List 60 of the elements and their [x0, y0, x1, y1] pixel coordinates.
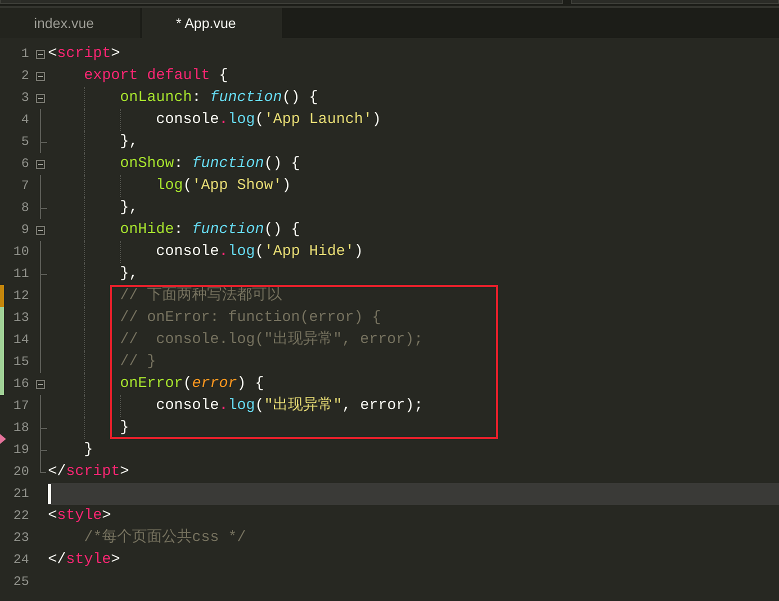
code-line: }, — [120, 132, 138, 152]
code-line: </script> — [48, 462, 130, 482]
code-line: onHide: function() { — [120, 220, 300, 240]
text-cursor-icon — [48, 484, 51, 504]
triangle-marker-icon — [0, 434, 6, 444]
line-number: 10 — [13, 243, 29, 261]
fold-toggle-icon[interactable] — [36, 50, 45, 58]
code-line: console.log('App Hide') — [156, 242, 364, 262]
code-line: } — [120, 418, 130, 438]
line-number: 8 — [21, 199, 29, 217]
line-number: 5 — [21, 133, 29, 151]
line-number: 2 — [21, 67, 29, 85]
code-line: onError(error) { — [120, 374, 264, 394]
line-number: 19 — [13, 441, 29, 459]
line-number: 22 — [13, 507, 29, 525]
fold-toggle-icon[interactable] — [36, 380, 45, 388]
code-line: <script> — [48, 44, 120, 64]
code-line: console.log("出现异常", error); — [156, 396, 424, 416]
code-line: // onError: function(error) { — [120, 308, 382, 328]
code-line: <style> — [48, 506, 112, 526]
code-line: // } — [120, 352, 156, 372]
line-number: 1 — [21, 45, 29, 63]
code-line: </style> — [48, 550, 120, 570]
fold-toggle-icon[interactable] — [36, 72, 45, 80]
code-line: // console.log("出现异常", error); — [120, 330, 424, 350]
code-line: export default { — [84, 66, 228, 86]
line-number: 15 — [13, 353, 29, 371]
code-line: console.log('App Launch') — [156, 110, 382, 130]
line-number: 13 — [13, 309, 29, 327]
code-line: } — [84, 440, 94, 460]
code-line: // 下面两种写法都可以 — [120, 286, 282, 306]
code-line: onLaunch: function() { — [120, 88, 318, 108]
line-number: 20 — [13, 463, 29, 481]
modified-bar-icon — [0, 285, 4, 307]
added-bar-icon — [0, 307, 4, 395]
fold-toggle-icon[interactable] — [36, 94, 45, 102]
editor-tab[interactable]: index.vue — [0, 8, 140, 38]
code-line: }, — [120, 264, 138, 284]
line-number: 21 — [13, 485, 29, 503]
editor-tab[interactable]: * App.vue — [142, 8, 282, 38]
fold-toggle-icon[interactable] — [36, 226, 45, 234]
line-number: 3 — [21, 89, 29, 107]
line-number: 6 — [21, 155, 29, 173]
line-number: 16 — [13, 375, 29, 393]
line-number: 24 — [13, 551, 29, 569]
code-line: log('App Show') — [156, 176, 292, 196]
line-number: 17 — [13, 397, 29, 415]
line-number: 18 — [13, 419, 29, 437]
fold-toggle-icon[interactable] — [36, 160, 45, 168]
line-number: 12 — [13, 287, 29, 305]
line-number: 4 — [21, 111, 29, 129]
code-line: onShow: function() { — [120, 154, 300, 174]
code-line: /*每个页面公共css */ — [84, 528, 246, 548]
line-number: 9 — [21, 221, 29, 239]
line-number: 11 — [13, 265, 29, 283]
line-number: 14 — [13, 331, 29, 349]
line-number: 25 — [13, 573, 29, 591]
line-number: 7 — [21, 177, 29, 195]
code-line: }, — [120, 198, 138, 218]
line-number: 23 — [13, 529, 29, 547]
